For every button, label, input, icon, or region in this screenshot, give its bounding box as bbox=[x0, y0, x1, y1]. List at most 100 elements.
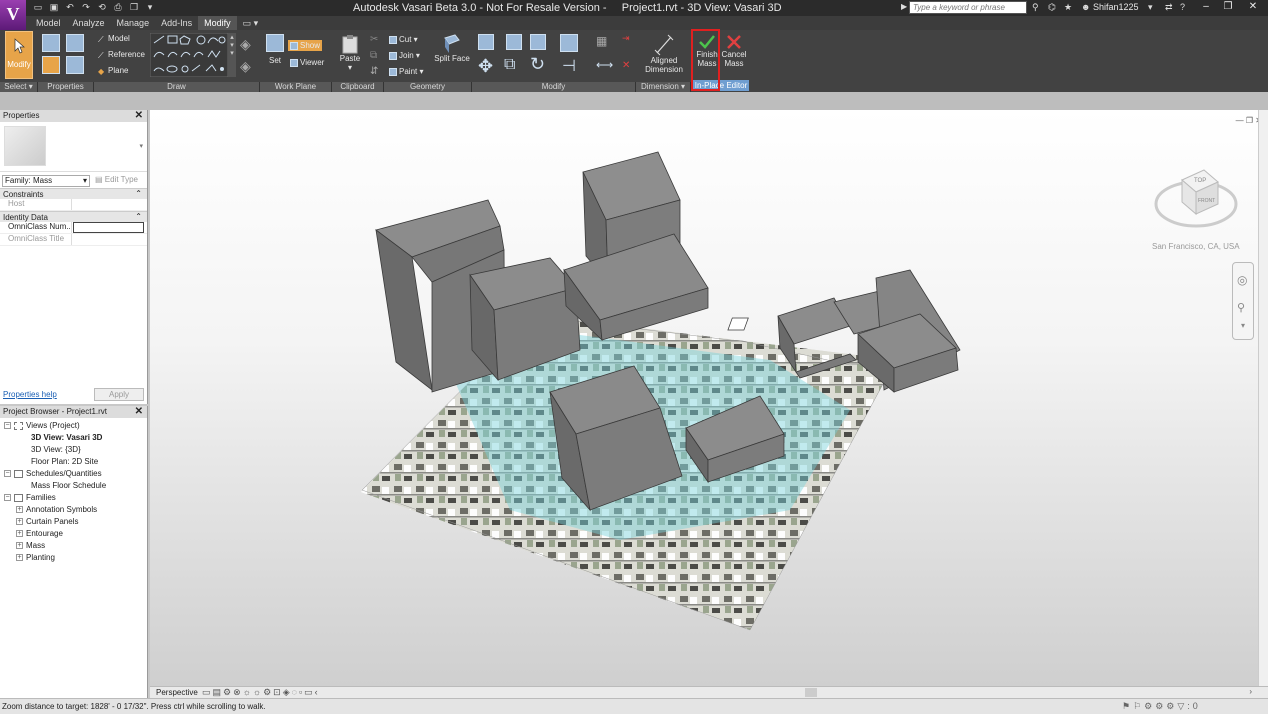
close-properties-icon[interactable]: ✕ bbox=[135, 110, 143, 121]
nav-dropdown-icon[interactable]: ▾ bbox=[1241, 321, 1245, 330]
app-menu-button[interactable]: V bbox=[0, 0, 26, 30]
tree-3d-view-default[interactable]: 3D View: {3D} bbox=[31, 445, 81, 454]
tree-3d-view-vasari[interactable]: 3D View: Vasari 3D bbox=[31, 433, 102, 442]
qat-dropdown-icon[interactable]: ▾ bbox=[144, 2, 156, 13]
zoom-icon[interactable]: ⚲ bbox=[1237, 301, 1245, 314]
modify-button[interactable]: Modify bbox=[5, 31, 33, 79]
delete-icon[interactable]: ✕ bbox=[622, 60, 630, 71]
show-work-plane-button[interactable]: Show bbox=[288, 40, 323, 51]
type-properties-icon[interactable] bbox=[42, 34, 60, 52]
tree-mass[interactable]: + Mass bbox=[16, 541, 45, 550]
vertical-scrollbar[interactable] bbox=[1258, 110, 1268, 686]
split-face-button[interactable]: Split Face bbox=[434, 34, 470, 63]
tree-annotation-symbols[interactable]: + Annotation Symbols bbox=[16, 505, 97, 514]
offset-icon[interactable] bbox=[506, 34, 522, 50]
split-element-icon[interactable] bbox=[560, 34, 578, 52]
tree-families[interactable]: − Families bbox=[4, 493, 56, 502]
minimize-icon[interactable]: – bbox=[1195, 1, 1217, 12]
family-filter-select[interactable]: Family: Mass ▾ bbox=[2, 175, 90, 187]
properties-icon[interactable] bbox=[42, 56, 60, 74]
properties-help-link[interactable]: Properties help bbox=[3, 390, 57, 399]
rotate-icon[interactable]: ↻ bbox=[530, 54, 545, 75]
section-identity-data[interactable]: Identity Data ⌃ bbox=[0, 211, 147, 222]
viewcube[interactable]: TOP FRONT bbox=[1152, 162, 1242, 242]
copy-icon[interactable]: ⧉ bbox=[370, 50, 377, 61]
copy-element-icon[interactable]: ⧉ bbox=[504, 56, 515, 74]
apply-button[interactable]: Apply bbox=[94, 388, 144, 401]
family-types-icon[interactable] bbox=[66, 34, 84, 52]
paint-button[interactable]: Paint ▾ bbox=[389, 67, 423, 76]
paste-button[interactable]: Paste ▾ bbox=[336, 34, 364, 72]
user-dropdown-icon[interactable]: ▾ bbox=[1148, 2, 1153, 13]
align-icon[interactable] bbox=[478, 34, 494, 50]
help-icon[interactable]: ? bbox=[1180, 2, 1185, 12]
tab-model[interactable]: Model bbox=[30, 16, 67, 30]
pick-faces-icon[interactable]: ◈ bbox=[240, 58, 251, 75]
user-name[interactable]: Shifan1225 bbox=[1093, 2, 1139, 12]
move-icon[interactable]: ✥ bbox=[478, 56, 493, 77]
exchange-icon[interactable]: ⇄ bbox=[1165, 2, 1173, 13]
horizontal-scrollbar[interactable] bbox=[805, 688, 817, 697]
save-icon[interactable]: ▣ bbox=[48, 2, 60, 13]
gallery-scroll[interactable]: ▴ ▾ ▾ bbox=[228, 33, 236, 77]
tree-floor-plan[interactable]: Floor Plan: 2D Site bbox=[31, 457, 98, 466]
trim-extend-icon[interactable]: ⊣ bbox=[562, 56, 576, 76]
location-label[interactable]: San Francisco, CA, USA bbox=[1152, 242, 1240, 251]
model-line-button[interactable]: ⟋ Model bbox=[98, 34, 130, 44]
close-window-icon[interactable]: ✕ bbox=[1242, 1, 1264, 12]
cut-clipboard-icon[interactable]: ✂ bbox=[370, 34, 378, 45]
3d-viewport[interactable]: — ❐ ✕ TOP FRONT San Francisco, CA, USA ◎… bbox=[150, 110, 1268, 686]
aligned-dimension-button[interactable]: Aligned Dimension bbox=[638, 34, 690, 74]
reference-plane-button[interactable]: ◆ Plane bbox=[98, 66, 128, 76]
draw-tools-gallery[interactable] bbox=[150, 33, 228, 77]
sync-icon[interactable]: ⟲ bbox=[96, 2, 108, 13]
omniclass-number-field[interactable] bbox=[73, 222, 144, 233]
expand-search-icon[interactable]: ▶ bbox=[901, 2, 907, 11]
mirror-pick-axis-icon[interactable] bbox=[530, 34, 546, 50]
tree-entourage[interactable]: + Entourage bbox=[16, 529, 63, 538]
tree-curtain-panels[interactable]: + Curtain Panels bbox=[16, 517, 78, 526]
work-plane-viewer-button[interactable]: Viewer bbox=[290, 58, 324, 67]
steering-wheel-icon[interactable]: ◎ bbox=[1237, 273, 1247, 287]
tree-schedules[interactable]: − Schedules/Quantities bbox=[4, 469, 102, 478]
scroll-right-icon[interactable]: › bbox=[1249, 687, 1252, 696]
switch-windows-icon[interactable]: ❐ bbox=[128, 2, 140, 13]
close-browser-icon[interactable]: ✕ bbox=[135, 406, 143, 417]
edit-type-button[interactable]: ▤ Edit Type bbox=[95, 175, 138, 184]
set-work-plane-button[interactable]: Set bbox=[264, 34, 286, 65]
tab-manage[interactable]: Manage bbox=[111, 16, 156, 30]
search-input[interactable]: Type a keyword or phrase bbox=[909, 1, 1027, 14]
array-icon[interactable]: ▦ bbox=[596, 34, 607, 48]
minimize-view-icon[interactable]: — bbox=[1236, 116, 1244, 125]
restore-icon[interactable]: ❐ bbox=[1217, 1, 1239, 12]
status-icons[interactable]: ⚑⚐⚙⚙⚙▽:0 bbox=[1122, 701, 1201, 712]
cut-geometry-button[interactable]: Cut ▾ bbox=[389, 35, 418, 44]
type-dropdown-icon[interactable]: ▾ bbox=[139, 142, 143, 150]
cancel-mass-button[interactable]: Cancel Mass bbox=[720, 34, 748, 68]
subscription-icon[interactable]: ⌬ bbox=[1048, 2, 1056, 13]
tree-views[interactable]: − Views (Project) bbox=[4, 421, 80, 430]
open-icon[interactable]: ▭ bbox=[32, 2, 44, 13]
scale-icon[interactable]: ⟷ bbox=[596, 58, 613, 72]
tree-planting[interactable]: + Planting bbox=[16, 553, 55, 562]
undo-icon[interactable]: ↶ bbox=[64, 2, 76, 13]
print-icon[interactable]: ⎙ bbox=[112, 2, 124, 13]
pick-lines-icon[interactable]: ◈ bbox=[240, 36, 251, 53]
view-control-icons[interactable]: ▭▤⚙⊗☼☼⚙⊡◈◌▫▭‹ bbox=[202, 687, 320, 698]
user-icon[interactable]: ☻ bbox=[1081, 2, 1090, 12]
binoculars-icon[interactable]: ⚲ bbox=[1032, 2, 1039, 13]
tab-analyze[interactable]: Analyze bbox=[67, 16, 111, 30]
type-selector[interactable]: ▾ bbox=[0, 122, 147, 172]
tree-mass-floor-schedule[interactable]: Mass Floor Schedule bbox=[31, 481, 106, 490]
match-type-icon[interactable]: ⇵ bbox=[370, 66, 378, 77]
redo-icon[interactable]: ↷ bbox=[80, 2, 92, 13]
reference-line-button[interactable]: ⟋ Reference bbox=[98, 50, 145, 60]
tab-add-ins[interactable]: Add-Ins bbox=[155, 16, 198, 30]
restore-view-icon[interactable]: ❐ bbox=[1246, 116, 1253, 125]
ribbon-minimize-icon[interactable]: ▭ ▾ bbox=[237, 16, 265, 30]
tab-modify[interactable]: Modify bbox=[198, 16, 237, 30]
pin-icon[interactable]: ⇥ bbox=[622, 33, 630, 44]
3d-scene[interactable] bbox=[150, 110, 1258, 686]
dimension-dropdown[interactable]: Dimension ▾ bbox=[636, 82, 691, 92]
favorites-icon[interactable]: ★ bbox=[1064, 2, 1072, 13]
